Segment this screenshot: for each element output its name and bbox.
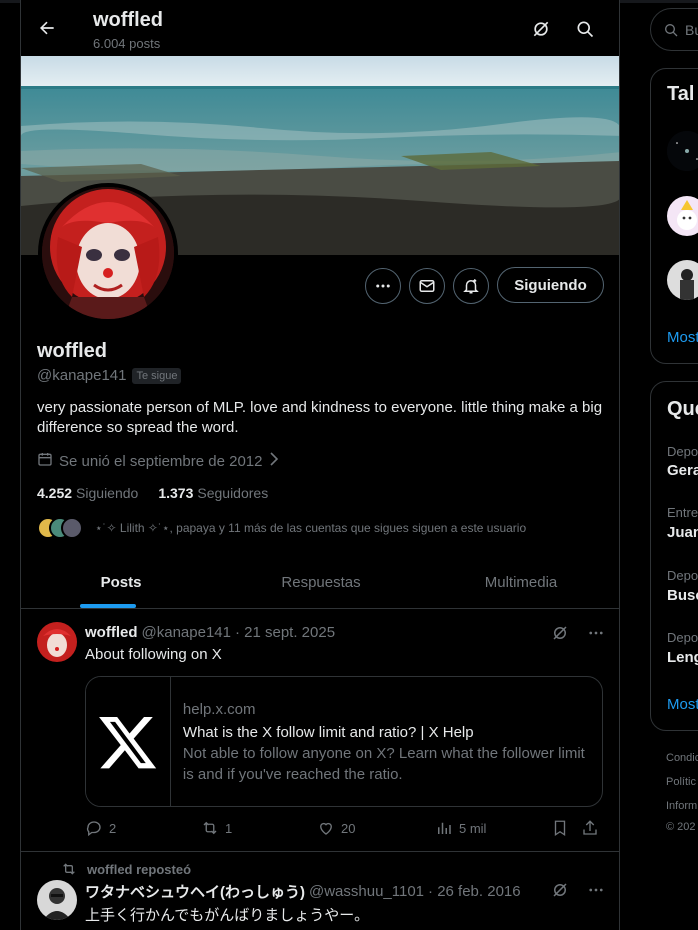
show-more-link[interactable]: Most	[667, 329, 698, 346]
follow-stats: 4.252 Siguiendo 1.373 Seguidores	[37, 485, 268, 501]
more-icon[interactable]	[587, 881, 605, 904]
trend-category: Depo	[667, 630, 698, 645]
joined-text: Se unió el septiembre de 2012	[59, 452, 263, 470]
panel-title: Qué	[667, 398, 698, 420]
bookmark-button[interactable]	[551, 819, 581, 837]
tweet-top-icons	[551, 624, 605, 647]
profile-header: woffled 6.004 posts	[21, 0, 619, 56]
whats-happening-panel: Qué Depo Gera Entre Juan Depo Busc Depo …	[650, 381, 698, 731]
profile-tabs: Posts Respuestas Multimedia	[21, 556, 619, 609]
right-sidebar: Bu Tal Most Qué Depo Gera Entre Juan Dep…	[650, 0, 698, 930]
tab-posts[interactable]: Posts	[21, 556, 221, 608]
calendar-icon	[37, 451, 53, 471]
header-post-count: 6.004 posts	[93, 36, 161, 51]
search-input[interactable]: Bu	[650, 8, 698, 51]
search-icon	[665, 23, 678, 36]
avatar	[61, 517, 83, 539]
grok-icon[interactable]	[530, 18, 552, 40]
footer-link[interactable]: Condic	[666, 752, 698, 764]
following-button[interactable]: Siguiendo	[497, 267, 604, 303]
profile-avatar[interactable]	[38, 183, 178, 323]
tweet-top-icons	[551, 881, 605, 904]
joined-date[interactable]: Se unió el septiembre de 2012	[37, 451, 280, 471]
trend-category: Depo	[667, 568, 698, 583]
chevron-right-icon	[268, 452, 280, 470]
tweet-actions: 2 1 20 5 mil	[85, 819, 603, 837]
bookmark-icon	[554, 820, 566, 837]
tab-media[interactable]: Multimedia	[421, 556, 619, 608]
more-options-button[interactable]	[365, 268, 401, 304]
follows-you-badge: Te sigue	[132, 367, 182, 384]
profile-name: woffled	[37, 340, 107, 362]
tweet-header: woffled @kanape141 · 21 sept. 2025	[85, 624, 336, 641]
trend-item[interactable]: Leng	[667, 649, 698, 666]
profile-bio: very passionate person of MLP. love and …	[37, 399, 603, 436]
followers-stat[interactable]: 1.373 Seguidores	[158, 485, 268, 501]
avatar[interactable]	[37, 880, 77, 920]
handle-row: @kanape141 Te sigue	[37, 367, 182, 384]
share-icon	[583, 820, 597, 835]
footer-link[interactable]: Polític	[666, 776, 696, 788]
trend-item[interactable]: Juan	[667, 524, 698, 541]
avatar[interactable]	[667, 196, 698, 236]
trend-category: Depo	[667, 444, 698, 459]
profile-handle: @kanape141	[37, 367, 127, 384]
footer-link[interactable]: Inform	[666, 800, 697, 812]
tab-replies[interactable]: Respuestas	[221, 556, 421, 608]
card-domain: help.x.com	[182, 701, 256, 718]
views-button[interactable]: 5 mil	[435, 819, 551, 837]
message-button[interactable]	[409, 268, 445, 304]
tweet-header: ワタナベシュウヘイ(わっしゅう) @wasshuu_1101 · 26 feb.…	[85, 883, 521, 901]
reply-icon	[86, 821, 101, 837]
show-more-link[interactable]: Most	[667, 696, 698, 713]
link-card[interactable]: help.x.com What is the X follow limit an…	[85, 676, 603, 807]
avatar[interactable]	[667, 131, 698, 171]
following-stat[interactable]: 4.252 Siguiendo	[37, 485, 138, 501]
card-description: Not able to follow anyone on X? Learn wh…	[182, 745, 585, 783]
reply-button[interactable]: 2	[85, 819, 201, 837]
search-icon[interactable]	[574, 18, 596, 40]
trend-category: Entre	[667, 505, 698, 520]
heart-icon	[320, 822, 332, 835]
followers-you-know-text: ⋆˙✧ Lilith ✧˙⋆, papaya y 11 más de las c…	[95, 521, 527, 535]
repost-icon	[63, 863, 75, 875]
active-tab-indicator	[80, 604, 136, 608]
mutual-avatars	[37, 517, 85, 539]
repost-button[interactable]: 1	[201, 819, 317, 837]
avatar[interactable]	[667, 260, 698, 300]
share-button[interactable]	[581, 819, 599, 837]
x-logo-icon	[86, 677, 171, 806]
notifications-button[interactable]	[453, 268, 489, 304]
back-arrow-icon[interactable]	[35, 16, 59, 40]
profile-column: woffled 6.004 posts Siguiendo woffled @k…	[20, 0, 620, 930]
card-title: What is the X follow limit and ratio? | …	[182, 724, 474, 741]
repost-icon	[203, 821, 217, 835]
avatar[interactable]	[37, 622, 77, 662]
repost-indicator: woffled reposteó	[61, 861, 191, 877]
header-title: woffled	[93, 9, 163, 31]
trend-item[interactable]: Busc	[667, 587, 698, 604]
tweet[interactable]: woffled reposteó ワタナベシュウヘイ(わっしゅう) @wassh…	[21, 853, 619, 930]
followers-you-know[interactable]: ⋆˙✧ Lilith ✧˙⋆, papaya y 11 más de las c…	[37, 517, 526, 539]
panel-title: Tal	[667, 83, 695, 105]
copyright: © 202	[666, 821, 696, 833]
trend-item[interactable]: Gera	[667, 462, 698, 479]
grok-icon[interactable]	[551, 624, 569, 647]
like-button[interactable]: 20	[317, 819, 435, 837]
tweet-text: About following on X	[85, 646, 222, 663]
views-icon	[438, 822, 451, 834]
tweet-text: 上手く行かんでもがんばりましょうやー。	[85, 907, 370, 924]
who-to-follow-panel: Tal Most	[650, 68, 698, 364]
grok-icon[interactable]	[551, 881, 569, 904]
more-icon[interactable]	[587, 624, 605, 647]
